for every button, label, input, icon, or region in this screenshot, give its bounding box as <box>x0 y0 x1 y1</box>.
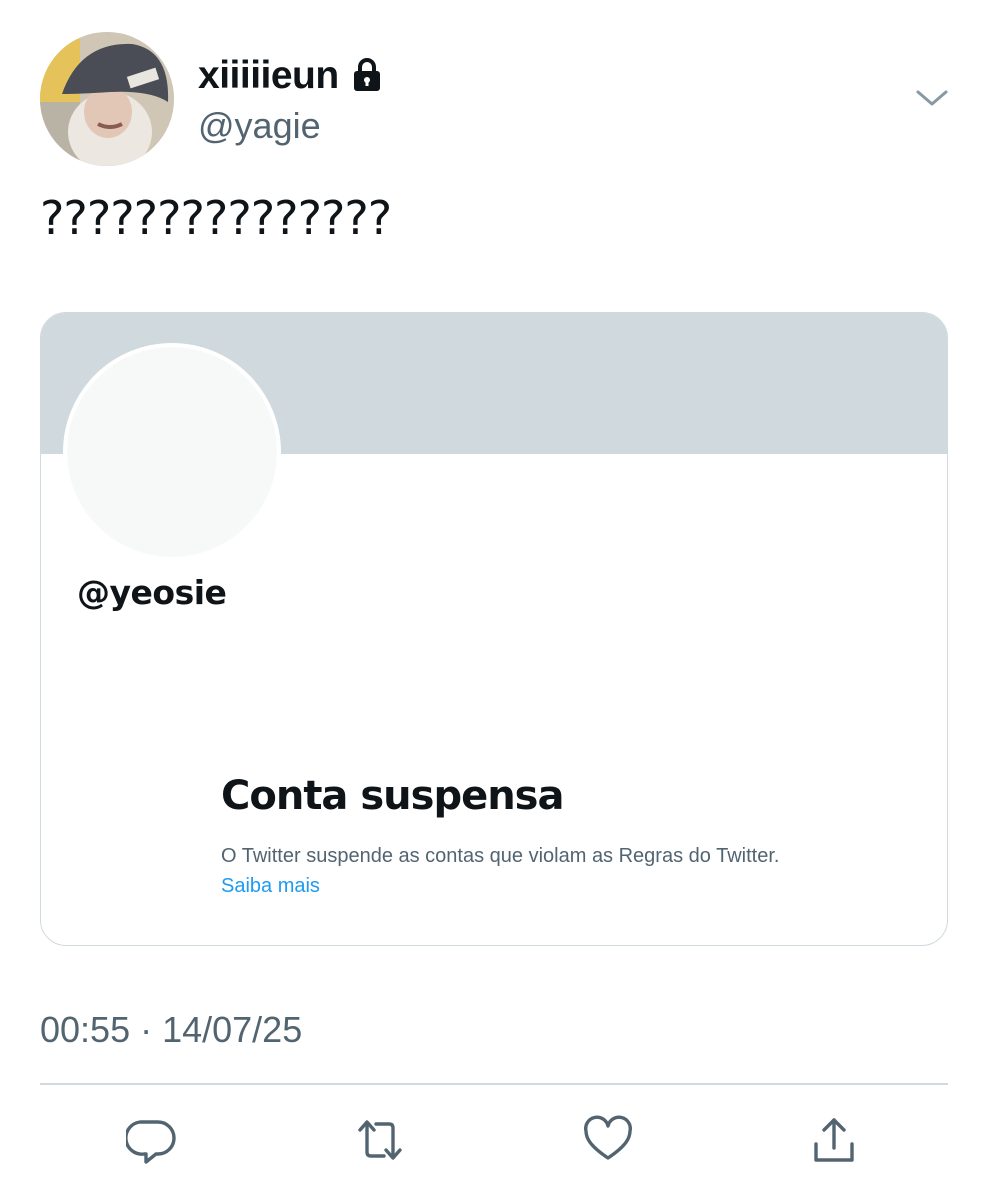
author-display-name[interactable]: xiiiiieun <box>198 52 339 100</box>
suspended-description-text: O Twitter suspende as contas que violam … <box>221 845 780 867</box>
profile-avatar-placeholder <box>63 343 281 561</box>
tweet-timestamp[interactable]: 00:55 · 14/07/25 <box>40 1008 302 1052</box>
chevron-down-icon[interactable] <box>914 82 950 112</box>
author-avatar[interactable] <box>40 32 174 166</box>
tweet-text: ??????????????? <box>40 191 392 245</box>
like-button[interactable] <box>582 1114 634 1166</box>
learn-more-link[interactable]: Saiba mais <box>221 875 320 897</box>
reply-button[interactable] <box>126 1114 178 1166</box>
retweet-icon <box>358 1120 402 1160</box>
author-handle[interactable]: @yagie <box>198 104 321 148</box>
share-icon <box>814 1118 854 1162</box>
retweet-button[interactable] <box>354 1114 406 1166</box>
heart-icon <box>584 1115 632 1160</box>
lock-icon <box>348 56 386 94</box>
suspended-description: O Twitter suspende as contas que violam … <box>221 841 781 901</box>
share-button[interactable] <box>808 1114 860 1166</box>
reply-icon <box>126 1120 176 1164</box>
quoted-profile-card[interactable]: @yeosie Conta suspensa O Twitter suspend… <box>40 312 948 946</box>
divider <box>40 1083 948 1085</box>
suspended-title: Conta suspensa <box>221 773 564 819</box>
profile-handle: @yeosie <box>77 573 227 612</box>
